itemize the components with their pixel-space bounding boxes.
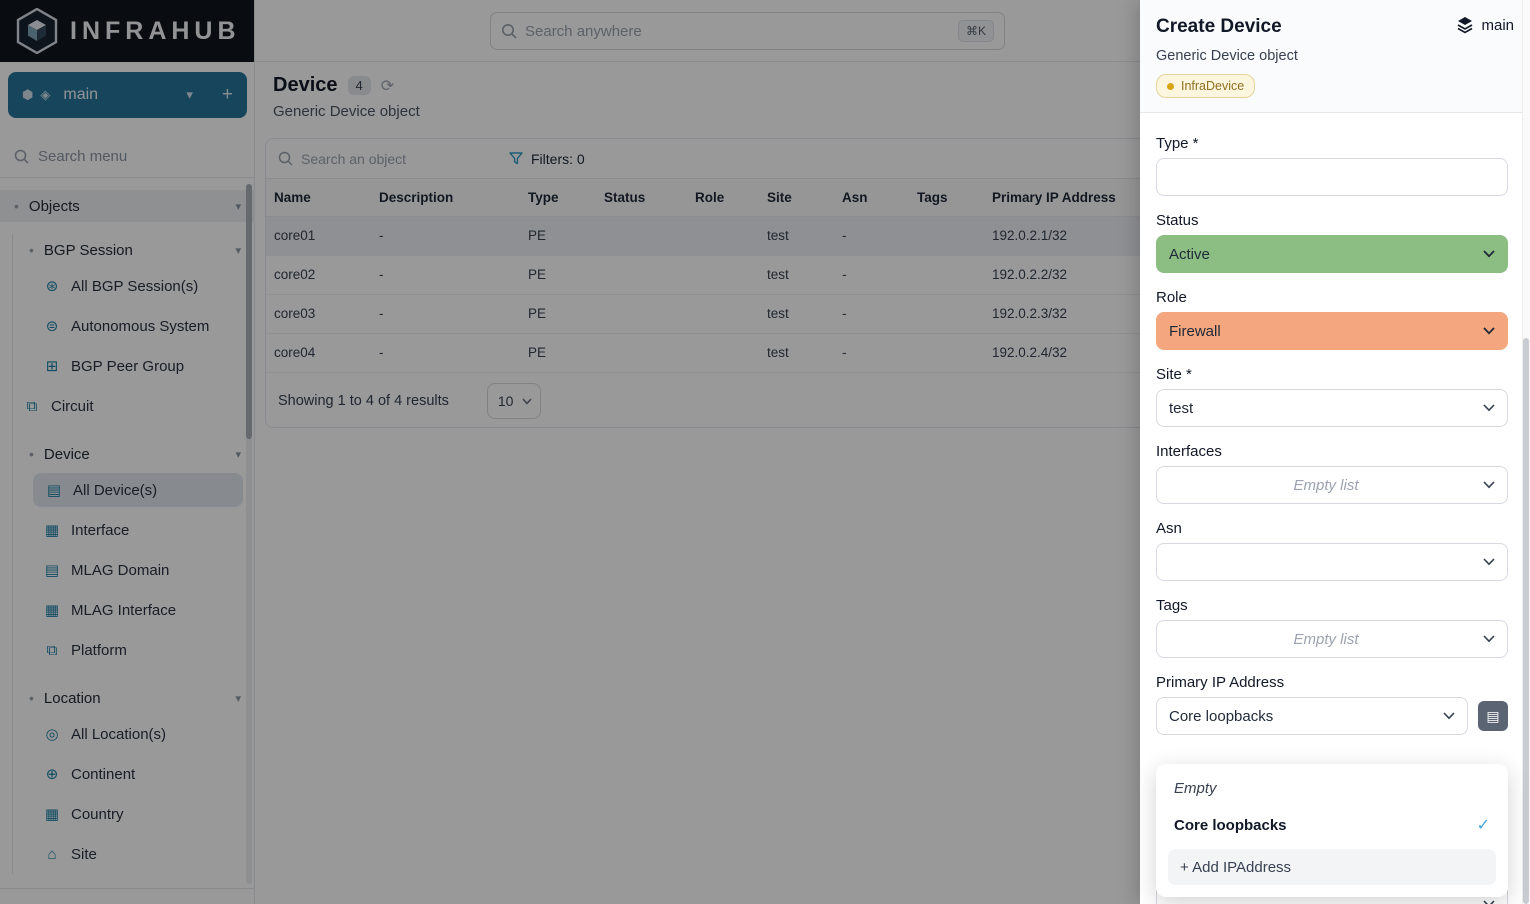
panel-scrollbar-thumb[interactable] [1523, 338, 1529, 904]
field-label: Status [1156, 212, 1514, 229]
field-role: Role Firewall [1156, 289, 1514, 350]
chevron-down-icon [1483, 327, 1495, 335]
chevron-down-icon [1443, 712, 1455, 720]
primary-ip-select[interactable]: Core loopbacks [1156, 697, 1468, 735]
dropdown-option-core-loopbacks[interactable]: Core loopbacks ✓ [1168, 809, 1496, 849]
role-select[interactable]: Firewall [1156, 312, 1508, 350]
check-icon: ✓ [1477, 815, 1490, 835]
pool-list-button[interactable]: ▤ [1478, 701, 1508, 731]
add-ipaddress-button[interactable]: + Add IPAddress [1168, 849, 1496, 885]
panel-subtitle: Generic Device object [1156, 48, 1514, 64]
field-tags: Tags Empty list [1156, 597, 1514, 658]
dropdown-option-empty[interactable]: Empty [1168, 776, 1496, 809]
field-type: Type * [1156, 135, 1514, 196]
field-label: Site * [1156, 366, 1514, 383]
badge-dot-icon [1167, 83, 1174, 90]
site-value: test [1169, 400, 1193, 417]
status-select[interactable]: Active [1156, 235, 1508, 273]
layers-icon [1456, 16, 1474, 34]
field-label: Role [1156, 289, 1514, 306]
modal-dim-overlay[interactable] [0, 0, 1140, 904]
field-label: Primary IP Address [1156, 674, 1514, 691]
field-label: Tags [1156, 597, 1514, 614]
empty-list-placeholder: Empty list [1169, 631, 1483, 648]
field-label: Asn [1156, 520, 1514, 537]
field-label: Interfaces [1156, 443, 1514, 460]
list-icon: ▤ [1486, 708, 1499, 725]
primary-ip-dropdown: Empty Core loopbacks ✓ + Add IPAddress [1156, 764, 1508, 897]
tags-select[interactable]: Empty list [1156, 620, 1508, 658]
primary-ip-value: Core loopbacks [1169, 708, 1273, 725]
add-ipaddress-label: + Add IPAddress [1180, 859, 1291, 876]
kind-badge-label: InfraDevice [1181, 79, 1244, 93]
chevron-down-icon [1483, 481, 1495, 489]
chevron-down-icon [1483, 558, 1495, 566]
field-asn: Asn [1156, 520, 1514, 581]
field-interfaces: Interfaces Empty list [1156, 443, 1514, 504]
field-status: Status Active [1156, 212, 1514, 273]
panel-branch-name: main [1481, 17, 1514, 34]
field-primary-ip: Primary IP Address Core loopbacks ▤ [1156, 674, 1514, 735]
type-input[interactable] [1156, 158, 1508, 196]
panel-title: Create Device [1156, 16, 1282, 38]
chevron-down-icon [1483, 250, 1495, 258]
empty-list-placeholder: Empty list [1169, 477, 1483, 494]
field-label: Type * [1156, 135, 1514, 152]
app-root: INFRAHUB ⬢ ◈ main ▾ + • Objects ▾ [0, 0, 1530, 904]
create-device-panel: Create Device main Generic Device object… [1140, 0, 1530, 904]
dropdown-option-label: Core loopbacks [1174, 817, 1287, 834]
field-site: Site * test [1156, 366, 1514, 427]
panel-header: Create Device main Generic Device object… [1140, 0, 1530, 113]
chevron-down-icon [1483, 635, 1495, 643]
kind-badge: InfraDevice [1156, 74, 1255, 98]
panel-scrollbar[interactable] [1522, 0, 1530, 904]
panel-branch-indicator: main [1456, 16, 1514, 34]
chevron-down-icon [1483, 404, 1495, 412]
chevron-down-icon [1483, 900, 1495, 904]
status-value: Active [1169, 246, 1210, 263]
panel-form: Type * Status Active Role Firewall [1140, 113, 1530, 735]
interfaces-select[interactable]: Empty list [1156, 466, 1508, 504]
role-value: Firewall [1169, 323, 1221, 340]
asn-select[interactable] [1156, 543, 1508, 581]
site-select[interactable]: test [1156, 389, 1508, 427]
